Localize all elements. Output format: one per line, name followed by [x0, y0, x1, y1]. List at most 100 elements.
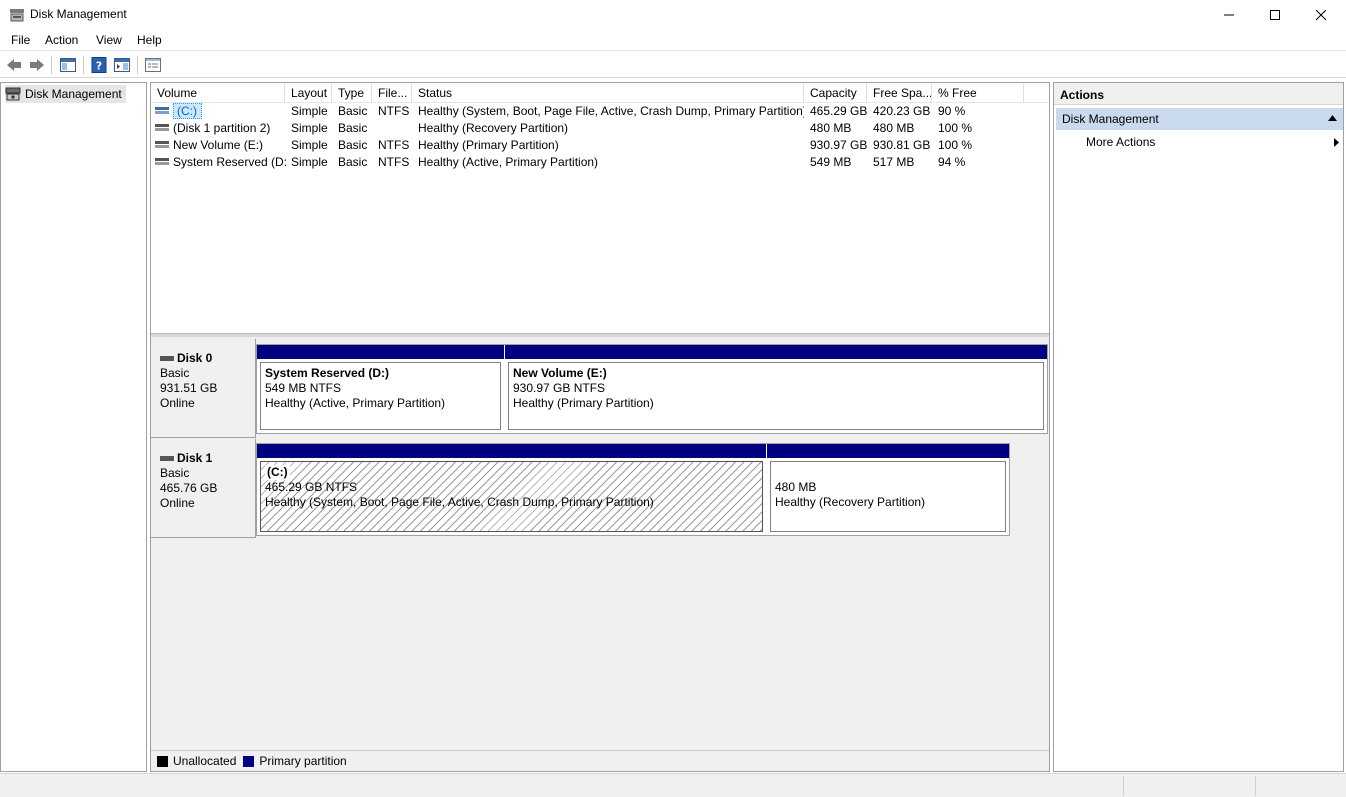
volume-file-system: [372, 120, 412, 137]
partition-new-volume[interactable]: New Volume (E:) 930.97 GB NTFS Healthy (…: [505, 345, 1047, 433]
action-pane-icon: [114, 58, 130, 72]
partition-status: Healthy (Active, Primary Partition): [265, 396, 446, 410]
properties-button[interactable]: [143, 55, 163, 75]
volume-row-e[interactable]: New Volume (E:) Simple Basic NTFS Health…: [151, 137, 1049, 154]
volume-file-system: NTFS: [378, 138, 410, 152]
toolbar-separator: [51, 56, 52, 74]
actions-pane: Actions Disk Management More Actions: [1053, 82, 1344, 772]
disk-1-info[interactable]: Disk 1 Basic 465.76 GB Online: [151, 439, 256, 538]
close-button[interactable]: [1298, 0, 1344, 30]
menu-file[interactable]: File: [11, 33, 30, 47]
partition-title: [775, 465, 1001, 480]
partition-type-bar: [257, 345, 504, 359]
forward-button[interactable]: [27, 55, 47, 75]
column-header-percent-free[interactable]: % Free: [932, 83, 1024, 103]
svg-text:?: ?: [96, 60, 102, 73]
partition-c[interactable]: (C:) 465.29 GB NTFS Healthy (System, Boo…: [257, 444, 766, 535]
partition-title: System Reserved (D:): [265, 366, 390, 380]
volume-name: (C:): [173, 103, 202, 119]
partition-type-bar: [257, 444, 766, 458]
disk-size: 931.51 GB: [160, 381, 218, 395]
volume-percent-free: 94 %: [938, 155, 966, 169]
column-header-capacity[interactable]: Capacity: [804, 83, 867, 103]
title-bar: Disk Management: [0, 0, 1346, 30]
partition-detail: 465.29 GB NTFS: [265, 480, 358, 494]
disk-size: 465.76 GB: [160, 481, 218, 495]
volume-file-system: NTFS: [378, 155, 410, 169]
partition-status: Healthy (Primary Partition): [513, 396, 654, 410]
volume-free-space: 480 MB: [873, 121, 915, 135]
toolbar-separator: [83, 56, 84, 74]
tree-node-disk-management[interactable]: Disk Management: [5, 85, 126, 103]
volume-file-system: NTFS: [378, 104, 410, 118]
volume-name: New Volume (E:): [173, 138, 264, 152]
maximize-button[interactable]: [1252, 0, 1298, 30]
menu-action[interactable]: Action: [45, 33, 78, 47]
disk-kind: Basic: [160, 466, 190, 480]
partition-system-reserved[interactable]: System Reserved (D:) 549 MB NTFS Healthy…: [257, 345, 504, 433]
disk-icon: [160, 355, 174, 361]
partition-detail: 930.97 GB NTFS: [513, 381, 606, 395]
partition-body: New Volume (E:) 930.97 GB NTFS Healthy (…: [508, 362, 1044, 430]
volume-layout: Simple: [291, 121, 328, 135]
volume-percent-free: 100 %: [938, 121, 973, 135]
volume-layout: Simple: [291, 155, 328, 169]
volume-name: System Reserved (D:): [173, 155, 287, 169]
menu-view[interactable]: View: [96, 33, 122, 47]
volume-row-disk1-partition2[interactable]: (Disk 1 partition 2) Simple Basic Health…: [151, 120, 1049, 137]
show-hide-console-tree-button[interactable]: [58, 55, 78, 75]
status-segment: [1255, 776, 1344, 796]
volume-status: Healthy (Recovery Partition): [418, 121, 569, 135]
column-header-free-space[interactable]: Free Spa...: [867, 83, 932, 103]
back-button[interactable]: [4, 55, 24, 75]
maximize-icon: [1270, 10, 1280, 20]
column-header-volume[interactable]: Volume: [151, 83, 285, 103]
menu-help[interactable]: Help: [137, 33, 162, 47]
volume-percent-free: 90 %: [938, 104, 966, 118]
column-header-status[interactable]: Status: [412, 83, 804, 103]
partition-detail: 480 MB: [775, 480, 817, 494]
volume-type: Basic: [338, 155, 368, 169]
volume-capacity: 465.29 GB: [810, 104, 867, 118]
partition-recovery[interactable]: 480 MB Healthy (Recovery Partition): [767, 444, 1009, 535]
disk-1-partitions: (C:) 465.29 GB NTFS Healthy (System, Boo…: [256, 443, 1010, 536]
volume-row-d[interactable]: System Reserved (D:) Simple Basic NTFS H…: [151, 154, 1049, 171]
disk-1-title: Disk 1: [160, 451, 255, 466]
close-icon: [1316, 10, 1326, 20]
disk-name: Disk 1: [177, 451, 213, 465]
actions-section-disk-management[interactable]: Disk Management: [1056, 108, 1343, 130]
properties-icon: [145, 58, 161, 72]
column-header-file-system[interactable]: File...: [372, 83, 412, 103]
minimize-button[interactable]: [1206, 0, 1252, 30]
pane-splitter[interactable]: [151, 333, 1049, 337]
menu-bar: File Action View Help: [0, 30, 1346, 51]
partition-body-selected: (C:) 465.29 GB NTFS Healthy (System, Boo…: [260, 461, 763, 532]
volume-layout: Simple: [291, 104, 328, 118]
partition-type-bar: [505, 345, 1047, 359]
partition-title: (C:): [265, 465, 290, 480]
legend-unallocated: Unallocated: [157, 754, 236, 768]
status-bar: [0, 773, 1346, 797]
partition-status: Healthy (Recovery Partition): [775, 495, 926, 509]
volume-status: Healthy (System, Boot, Page File, Active…: [418, 104, 804, 118]
status-segment: [1123, 776, 1255, 796]
volume-row-c[interactable]: (C:) Simple Basic NTFS Healthy (System, …: [151, 103, 1049, 120]
disk-0-info[interactable]: Disk 0 Basic 931.51 GB Online: [151, 339, 256, 438]
volume-capacity: 549 MB: [810, 155, 852, 169]
partition-detail: 549 MB NTFS: [265, 381, 342, 395]
volume-type: Basic: [338, 138, 368, 152]
show-hide-action-pane-button[interactable]: [112, 55, 132, 75]
help-button[interactable]: ?: [89, 55, 109, 75]
legend-label: Primary partition: [259, 754, 347, 768]
back-arrow-icon: [7, 59, 21, 71]
disk-kind: Basic: [160, 366, 190, 380]
collapse-up-icon: [1328, 115, 1337, 121]
minimize-icon: [1224, 14, 1234, 16]
column-header-layout[interactable]: Layout: [285, 83, 332, 103]
actions-section-label: Disk Management: [1062, 112, 1159, 126]
partition-title: New Volume (E:): [513, 366, 607, 380]
column-header-type[interactable]: Type: [332, 83, 372, 103]
action-more-actions[interactable]: More Actions: [1086, 135, 1341, 153]
volume-name-cell: (C:): [167, 103, 287, 120]
disk-0-partitions: System Reserved (D:) 549 MB NTFS Healthy…: [256, 344, 1048, 434]
